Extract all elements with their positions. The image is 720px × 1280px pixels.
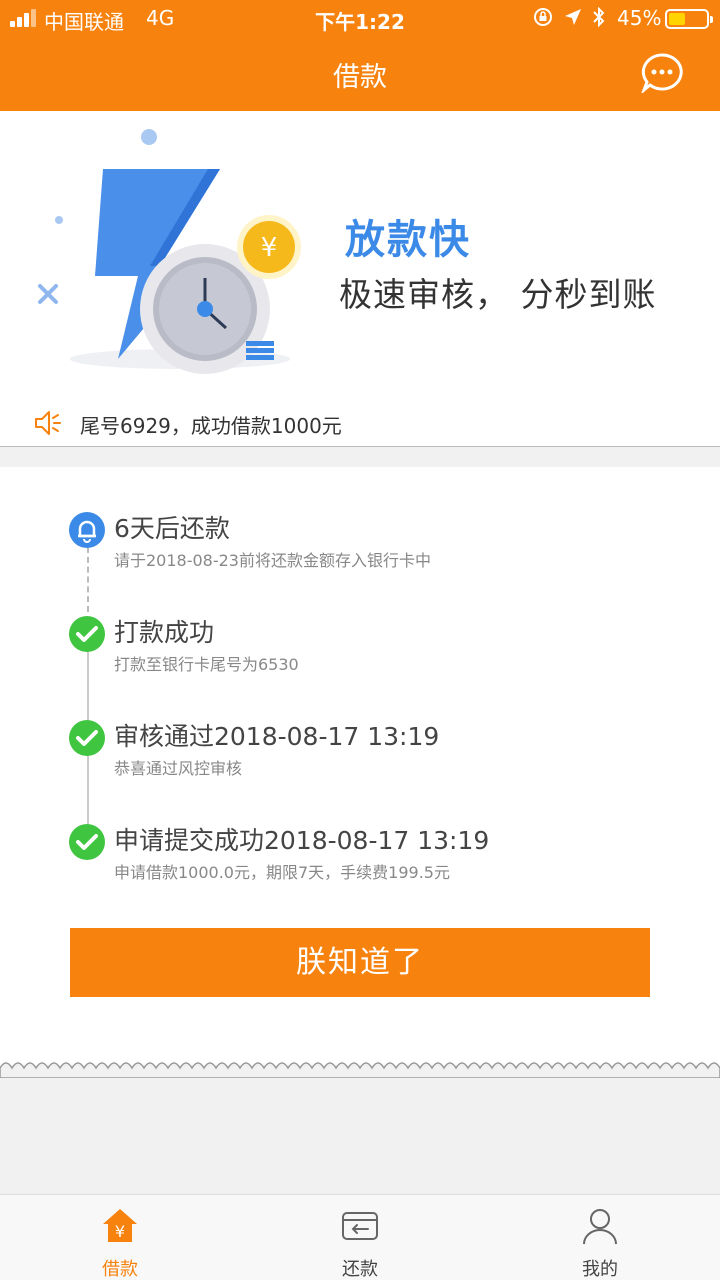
chat-more-icon — [640, 53, 683, 95]
page-title: 借款 — [333, 62, 387, 93]
tab-mine[interactable]: 我的 — [540, 1195, 660, 1280]
tab-bar: ¥ 借款 还款 我的 — [0, 1194, 720, 1280]
user-icon — [583, 1209, 617, 1245]
check-icon — [69, 824, 105, 860]
tab-label: 还款 — [342, 1259, 378, 1280]
step-desc: 打款至银行卡尾号为6530 — [114, 655, 299, 674]
more-menu-button[interactable] — [640, 53, 683, 95]
promo-banner: ¥ 放款快 极速审核， 分秒到账 — [0, 111, 720, 445]
bluetooth-icon — [593, 6, 605, 32]
step-desc: 恭喜通过风控审核 — [114, 759, 243, 778]
location-icon — [564, 7, 582, 31]
confirm-button[interactable]: 朕知道了 — [70, 928, 650, 997]
slogan-main: 放款快 — [345, 217, 471, 263]
slogan-sub: 极速审核， 分秒到账 — [339, 275, 657, 314]
step-title: 审核通过2018-08-17 13:19 — [114, 722, 440, 751]
step-title: 6天后还款 — [114, 514, 230, 543]
timeline-connector-dashed — [87, 547, 89, 612]
tab-label: 借款 — [102, 1259, 138, 1280]
loan-icon: ¥ — [103, 1209, 137, 1242]
step-desc: 申请借款1000.0元，期限7天，手续费199.5元 — [114, 863, 450, 882]
speaker-icon — [35, 411, 61, 435]
step-title: 申请提交成功2018-08-17 13:19 — [114, 826, 490, 855]
status-bar: 中国联通 4G 下午1:22 45% — [0, 0, 720, 38]
loan-status-card: 6天后还款 请于2018-08-23前将还款金额存入银行卡中 打款成功 打款至银… — [0, 467, 720, 1075]
tab-loan[interactable]: ¥ 借款 — [60, 1195, 180, 1280]
rotation-lock-icon — [533, 7, 553, 32]
notice-bar: 尾号6929，成功借款1000元 — [0, 407, 720, 447]
coin-symbol: ¥ — [115, 1222, 125, 1241]
fast-loan-illustration: ¥ — [38, 129, 301, 374]
battery-icon — [665, 9, 713, 29]
notice-text: 尾号6929，成功借款1000元 — [80, 414, 342, 438]
battery-percent: 45% — [617, 6, 662, 30]
step-title: 打款成功 — [114, 618, 215, 647]
scalloped-edge — [0, 1062, 720, 1078]
repay-icon — [342, 1212, 378, 1240]
check-icon — [69, 616, 105, 652]
tab-label: 我的 — [582, 1259, 618, 1280]
header-bar: 中国联通 4G 下午1:22 45% 借款 — [0, 0, 720, 111]
tab-repay[interactable]: 还款 — [300, 1195, 420, 1280]
coin-symbol: ¥ — [261, 233, 278, 263]
step-desc: 请于2018-08-23前将还款金额存入银行卡中 — [114, 551, 431, 570]
check-icon — [69, 720, 105, 756]
bell-icon — [69, 512, 105, 548]
